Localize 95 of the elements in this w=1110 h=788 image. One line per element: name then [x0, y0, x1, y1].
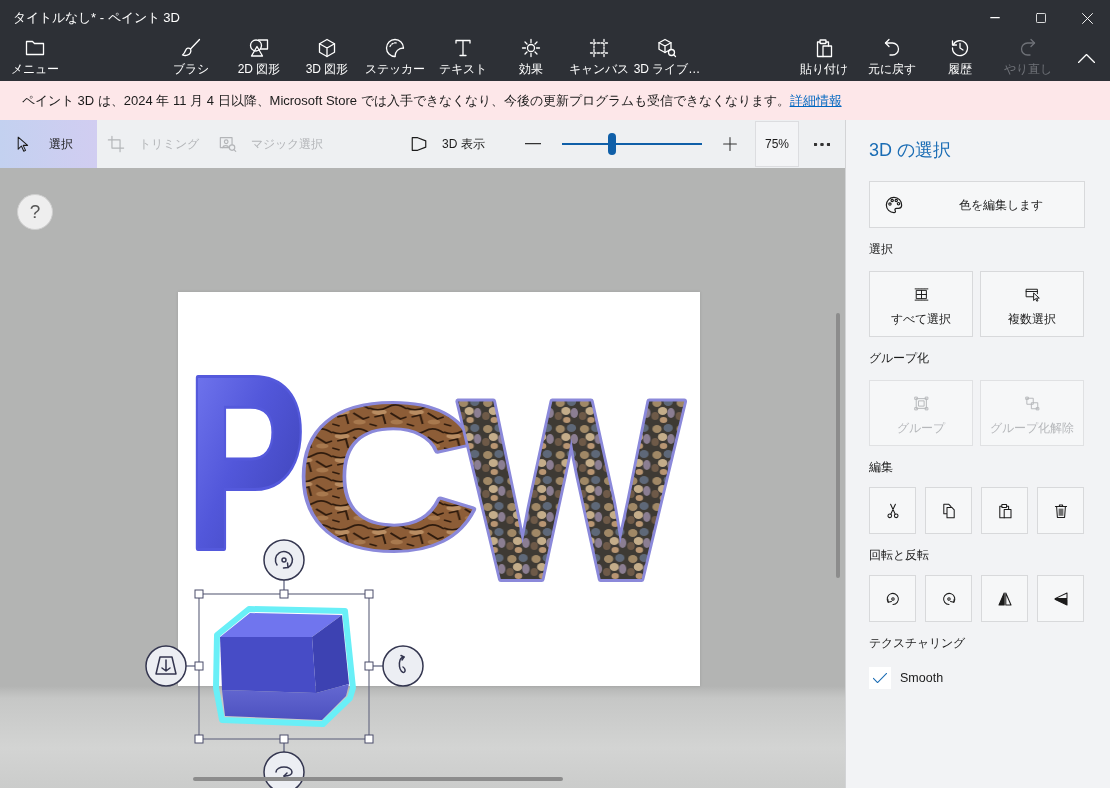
resize-handle[interactable]: [279, 589, 289, 599]
plus-icon: [722, 136, 738, 152]
checkbox-label: Smooth: [900, 669, 944, 687]
tube-letter[interactable]: P: [186, 325, 306, 601]
undo-button[interactable]: 元に戻す: [858, 36, 926, 81]
cube-icon: [317, 38, 337, 58]
sticker-icon: [385, 38, 405, 58]
clipboard-icon: [996, 502, 1013, 519]
cursor-icon: [15, 136, 31, 152]
cube-search-icon: [657, 38, 677, 58]
resize-handle[interactable]: [364, 589, 374, 599]
shapes-2d-button[interactable]: 2D 図形: [225, 36, 293, 81]
section-label: 選択: [869, 241, 894, 257]
section-label: 編集: [869, 459, 894, 475]
minimize-icon: [990, 17, 1000, 19]
brush-button[interactable]: ブラシ: [157, 36, 225, 81]
menu-button[interactable]: メニュー: [0, 36, 70, 81]
multi-select-button[interactable]: 複数選択: [980, 271, 1084, 337]
shapes-icon: [249, 38, 269, 58]
view-3d-button[interactable]: 3D 表示: [400, 120, 497, 168]
scissors-icon: [884, 502, 901, 519]
palette-icon: [885, 195, 903, 214]
canvas-button[interactable]: キャンバス: [565, 36, 633, 81]
more-icon: [814, 142, 830, 146]
flip-horizontal-icon: [996, 590, 1013, 607]
canvas-icon: [589, 38, 609, 58]
cube-model[interactable]: [213, 606, 356, 727]
resize-handle[interactable]: [194, 589, 204, 599]
rotate-icon: [274, 550, 294, 569]
section-label: 回転と反転: [869, 547, 930, 563]
window-cursor-icon: [1024, 287, 1040, 302]
history-icon: [950, 38, 970, 58]
select-tab[interactable]: 選択: [0, 120, 97, 168]
rotate-right-icon: [940, 590, 957, 607]
trash-icon: [1052, 502, 1069, 519]
text-icon: [453, 38, 473, 58]
clipboard-icon: [814, 38, 834, 58]
help-button[interactable]: ?: [17, 194, 53, 230]
resize-handle[interactable]: [364, 661, 374, 671]
flip-vertical-icon: [1052, 590, 1069, 607]
trapezoid-handle[interactable]: [145, 645, 196, 687]
learn-more-link[interactable]: 詳細情報: [789, 92, 842, 108]
rotate-right-button[interactable]: [925, 575, 972, 622]
section-label: テクスチャリング: [869, 635, 966, 651]
undo-icon: [882, 38, 902, 58]
section-label: グループ化: [869, 350, 930, 366]
effects-button[interactable]: 効果: [497, 36, 565, 81]
brush-icon: [181, 38, 201, 58]
slider-thumb[interactable]: [608, 133, 617, 155]
redo-icon: [1018, 38, 1038, 58]
rotate-icon: [275, 766, 293, 780]
copy-icon: [940, 502, 957, 519]
resize-handle[interactable]: [279, 734, 289, 744]
checkbox[interactable]: [869, 667, 891, 689]
window-title: タイトルなし* - ペイント 3D: [12, 10, 181, 26]
sun-icon: [521, 38, 541, 58]
delete-button[interactable]: [1037, 487, 1084, 534]
zoom-percentage[interactable]: 75%: [755, 121, 799, 167]
rotate-left-icon: [884, 590, 901, 607]
chevron-up-icon: [1077, 54, 1095, 63]
notice-text: ペイント 3D は、2024 年 11 月 4 日以降、Microsoft Store では入手できなくなり、今後の更新プログラムも受信できなくなります。詳細情報: [22, 91, 842, 110]
panel-title: 3D の選択: [869, 139, 952, 162]
text-button[interactable]: テキスト: [429, 36, 497, 81]
crop-icon: [107, 135, 125, 153]
library-3d-button[interactable]: 3D ライブ…: [633, 36, 701, 81]
resize-handle[interactable]: [194, 661, 204, 671]
folder-icon: [25, 38, 45, 58]
history-button[interactable]: 履歴: [926, 36, 994, 81]
copy-button[interactable]: [925, 487, 972, 534]
horizontal-scrollbar[interactable]: [193, 777, 563, 781]
grid-icon: [913, 287, 929, 302]
group-icon: [913, 396, 929, 411]
resize-handle[interactable]: [194, 734, 204, 744]
flip-horizontal-button[interactable]: [981, 575, 1028, 622]
trapezoid-arrow-icon: [155, 656, 177, 675]
trapezoid-icon: [410, 135, 428, 153]
paste-button[interactable]: [981, 487, 1028, 534]
select-all-button[interactable]: すべて選択: [869, 271, 973, 337]
minus-icon: [525, 143, 541, 145]
check-icon: [873, 673, 887, 683]
maximize-icon: [1036, 13, 1046, 23]
rotate-left-button[interactable]: [869, 575, 916, 622]
close-icon: [1081, 12, 1093, 24]
edit-color-button[interactable]: 色を編集します: [869, 181, 1085, 228]
photo-search-icon: [219, 135, 237, 153]
rotate-handle[interactable]: [372, 645, 424, 687]
flip-vertical-button[interactable]: [1037, 575, 1084, 622]
vertical-scrollbar[interactable]: [836, 313, 840, 578]
shapes-3d-button[interactable]: 3D 図形: [293, 36, 361, 81]
ungroup-icon: [1024, 396, 1040, 411]
resize-handle[interactable]: [364, 734, 374, 744]
paste-button[interactable]: 貼り付け: [790, 36, 858, 81]
cut-button[interactable]: [869, 487, 916, 534]
rotate-icon: [398, 654, 406, 674]
stickers-button[interactable]: ステッカー: [361, 36, 429, 81]
